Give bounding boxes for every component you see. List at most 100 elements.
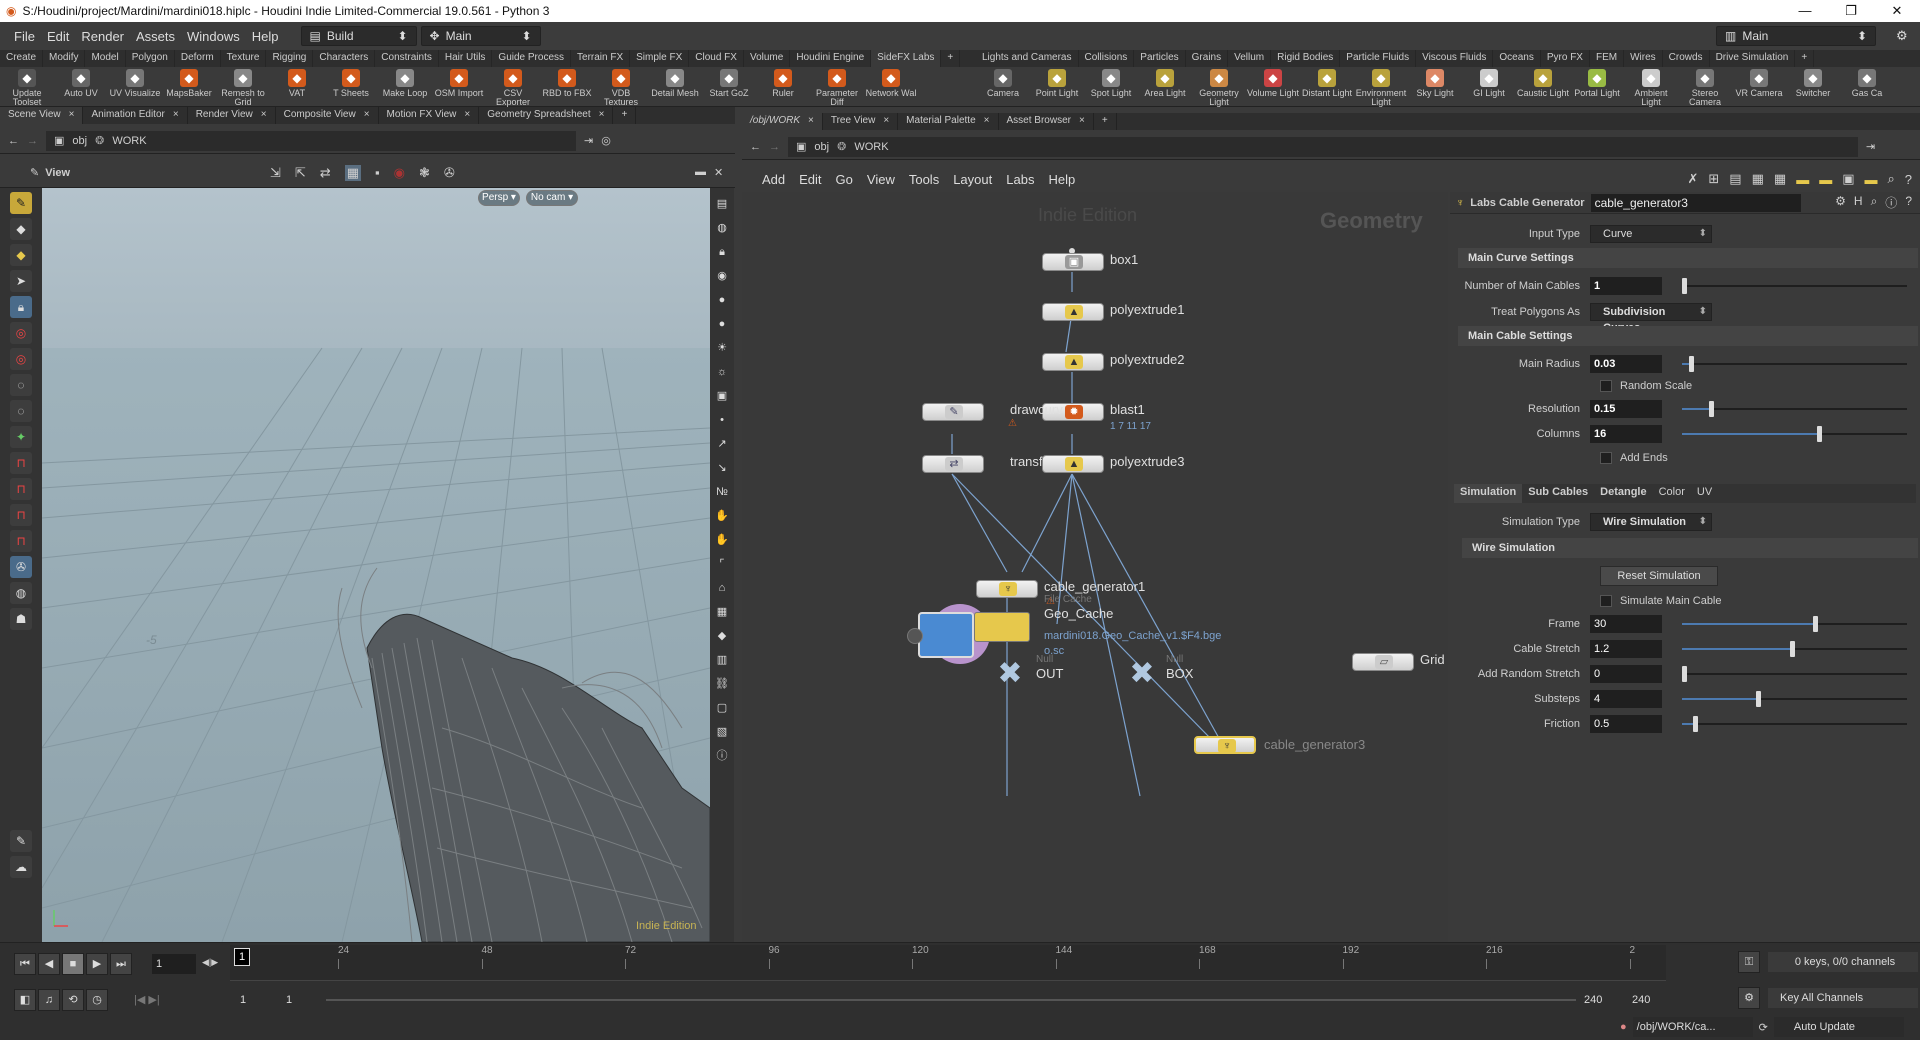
- tab-simulation[interactable]: Simulation: [1454, 484, 1523, 503]
- play-reverse-button[interactable]: ◀: [38, 953, 60, 975]
- shelf-tab-sidefx-labs[interactable]: SideFX Labs: [871, 50, 942, 67]
- transform-mode-icon[interactable]: ⇄: [320, 165, 331, 181]
- num-cables-field[interactable]: 1: [1590, 277, 1662, 295]
- sculpt-tool-icon[interactable]: ◆: [10, 244, 32, 266]
- shelf-tool-switcher[interactable]: ◆ Switcher: [1786, 67, 1840, 106]
- shelf-tab-particles[interactable]: Particles: [1134, 50, 1186, 67]
- menu-help[interactable]: Help: [1048, 172, 1075, 187]
- shelf-tab-fem[interactable]: FEM: [1590, 50, 1625, 67]
- lock-icon[interactable]: 🔒︎: [10, 296, 32, 318]
- lock-camera-icon[interactable]: 🔒︎: [714, 244, 730, 260]
- pin-icon[interactable]: ⇥: [1866, 140, 1875, 153]
- frame-slider[interactable]: [1682, 616, 1907, 632]
- shelf-tool-geometry-light[interactable]: ◆ Geometry Light: [1192, 67, 1246, 107]
- jump-end-button[interactable]: ⏭: [110, 953, 132, 975]
- add-shelf-tab-icon[interactable]: +: [941, 50, 961, 67]
- link-icon[interactable]: ⛓: [714, 676, 730, 692]
- right-desktop-selector[interactable]: ▥ Main ⬍: [1716, 26, 1876, 46]
- path-obj[interactable]: obj: [814, 141, 829, 153]
- menu-render[interactable]: Render: [81, 29, 124, 44]
- scene-viewport[interactable]: Persp ▾ No cam ▾ -5 Indie Edition: [42, 188, 710, 942]
- bg-image-icon[interactable]: ▣: [714, 388, 730, 404]
- range-start-field[interactable]: 1: [236, 990, 278, 1010]
- handle-icon[interactable]: ✦: [10, 426, 32, 448]
- hand-icon[interactable]: ✋: [714, 532, 730, 548]
- wire-sim-section[interactable]: Wire Simulation: [1462, 538, 1918, 558]
- menu-add[interactable]: Add: [762, 172, 785, 187]
- shelf-tool-csv-exporter[interactable]: ◆ CSV Exporter: [486, 67, 540, 107]
- step-frame-icon[interactable]: ◀|▶: [202, 957, 218, 968]
- range-end-field[interactable]: 240: [1580, 990, 1622, 1010]
- tab-motion-fx-view[interactable]: Motion FX View ×: [379, 107, 480, 124]
- camera-menu-button[interactable]: No cam ▾: [526, 190, 578, 206]
- network-editor[interactable]: Indie Edition Geometry ▣ box1 ▲ polyextr…: [742, 192, 1448, 942]
- shelf-tab-create[interactable]: Create: [0, 50, 44, 67]
- shelf-tool-vat[interactable]: ◆ VAT: [270, 67, 324, 106]
- shelf-tab-collisions[interactable]: Collisions: [1079, 50, 1135, 67]
- shelf-tab-particle-fluids[interactable]: Particle Fluids: [1340, 50, 1417, 67]
- orbit-icon[interactable]: ◍: [10, 582, 32, 604]
- home-icon[interactable]: ⌂: [714, 580, 730, 596]
- key-all-channels-menu[interactable]: Key All Channels: [1768, 988, 1918, 1008]
- node-cable-generator1[interactable]: ♆: [976, 580, 1038, 598]
- snapshot-icon[interactable]: ❃: [419, 165, 430, 181]
- main-radius-slider[interactable]: [1682, 356, 1907, 372]
- shelf-tool-point-light[interactable]: ◆ Point Light: [1030, 67, 1084, 106]
- select-tool-icon[interactable]: ✎: [10, 192, 32, 214]
- realtime-toggle-icon[interactable]: ◧: [14, 989, 36, 1011]
- link-icon[interactable]: ◎: [601, 134, 611, 147]
- menu-edit[interactable]: Edit: [799, 172, 821, 187]
- range-end2-field[interactable]: 240: [1628, 990, 1670, 1010]
- shelf-tab-terrain-fx[interactable]: Terrain FX: [571, 50, 631, 67]
- resolution-slider[interactable]: [1682, 401, 1907, 417]
- add-shelf-tab-icon[interactable]: +: [1795, 50, 1815, 67]
- right-path-box[interactable]: ▣ obj ❂ WORK: [788, 136, 1858, 157]
- tab-detangle[interactable]: Detangle: [1594, 484, 1652, 503]
- shelf-tool-rbd-to-fbx[interactable]: ◆ RBD to FBX: [540, 67, 594, 106]
- shelf-tab-vellum[interactable]: Vellum: [1228, 50, 1272, 67]
- shelf-tab-viscous-fluids[interactable]: Viscous Fluids: [1416, 50, 1494, 67]
- tab-uv[interactable]: UV: [1691, 484, 1718, 503]
- node-file-cache[interactable]: [974, 612, 1030, 642]
- input-type-menu[interactable]: Curve: [1590, 225, 1712, 243]
- substeps-field[interactable]: 4: [1590, 690, 1662, 708]
- brain-icon[interactable]: ☁: [10, 856, 32, 878]
- palette-icon[interactable]: ▬: [1819, 172, 1832, 187]
- viewer-close-icon[interactable]: ✕: [714, 166, 723, 179]
- node-grid[interactable]: ▱: [1352, 653, 1414, 671]
- shelf-tool-area-light[interactable]: ◆ Area Light: [1138, 67, 1192, 106]
- shelf-tool-sky-light[interactable]: ◆ Sky Light: [1408, 67, 1462, 106]
- render-snapshot-icon[interactable]: ✇: [444, 165, 455, 181]
- shelf-tab-rigid-bodies[interactable]: Rigid Bodies: [1271, 50, 1341, 67]
- uv-display-icon[interactable]: ↘: [714, 460, 730, 476]
- shelf-tab-volume[interactable]: Volume: [744, 50, 791, 67]
- sticky-icon[interactable]: ▬: [1796, 172, 1809, 187]
- shelf-tab-drive-simulation[interactable]: Drive Simulation: [1710, 50, 1796, 67]
- light-bulb-icon[interactable]: ☀: [714, 340, 730, 356]
- info-icon[interactable]: ⓘ: [714, 748, 730, 764]
- back-arrow-icon[interactable]: ←: [8, 135, 19, 147]
- shelf-tab-cloud-fx[interactable]: Cloud FX: [689, 50, 744, 67]
- range-start2-field[interactable]: 1: [282, 990, 324, 1010]
- shelf-tool-osm-import[interactable]: ◆ OSM Import: [432, 67, 486, 106]
- forward-arrow-icon[interactable]: →: [27, 135, 38, 147]
- gear-icon[interactable]: ⚙: [1835, 194, 1846, 211]
- tab-network-editor[interactable]: /obj/WORK ×: [742, 113, 823, 130]
- tab-animation-editor[interactable]: Animation Editor ×: [83, 107, 188, 124]
- close-button[interactable]: ✕: [1874, 3, 1920, 19]
- shelf-tab-houdini-engine[interactable]: Houdini Engine: [790, 50, 872, 67]
- magnet2-icon[interactable]: ⊓: [10, 478, 32, 500]
- display-options-icon[interactable]: ▤: [714, 196, 730, 212]
- image-icon[interactable]: ▧: [714, 724, 730, 740]
- shelf-tool-volume-light[interactable]: ◆ Volume Light: [1246, 67, 1300, 106]
- snap-icon[interactable]: ◎: [10, 322, 32, 344]
- headlight-icon[interactable]: ☼: [714, 364, 730, 380]
- magnet-icon[interactable]: ⊓: [10, 452, 32, 474]
- prim-numbers-icon[interactable]: №: [714, 484, 730, 500]
- magnet3-icon[interactable]: ⊓: [10, 504, 32, 526]
- grid-view-icon[interactable]: ▦: [1752, 171, 1764, 187]
- snap-grid-icon[interactable]: ◎: [10, 348, 32, 370]
- shelf-tab-rigging[interactable]: Rigging: [266, 50, 314, 67]
- ghost-icon[interactable]: ◍: [714, 220, 730, 236]
- flat-shade-icon[interactable]: ●: [714, 316, 730, 332]
